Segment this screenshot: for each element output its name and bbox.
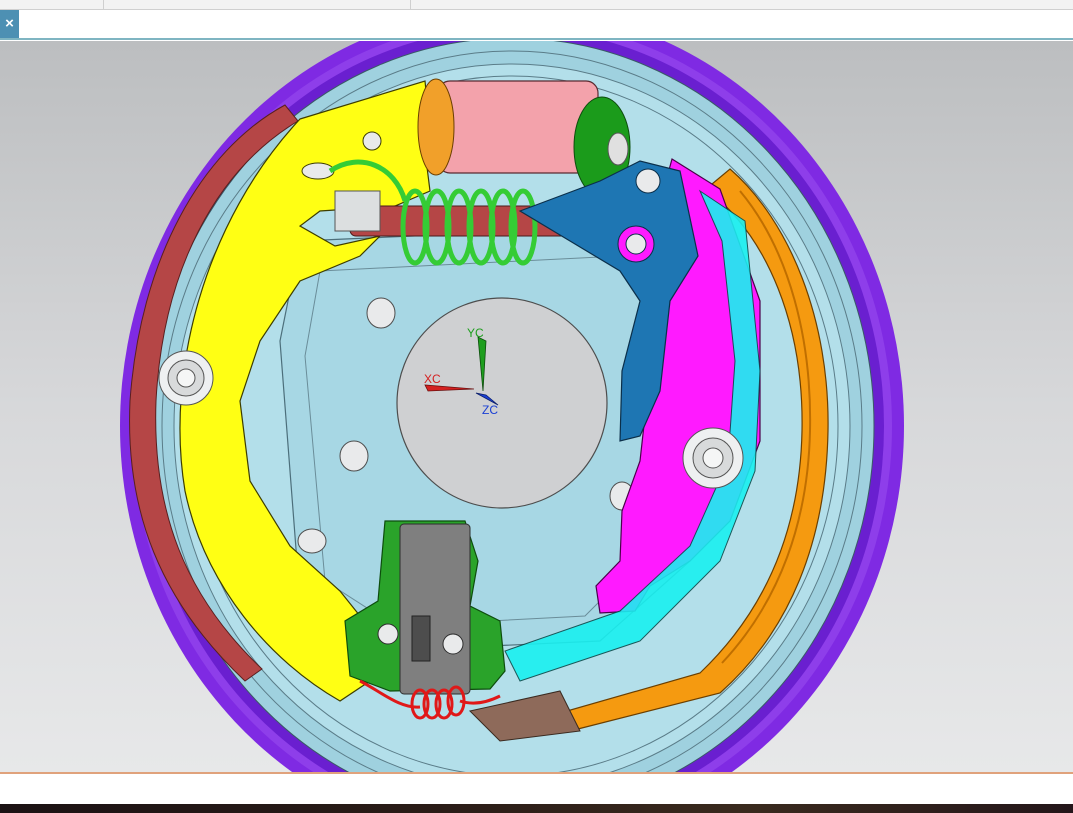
close-icon[interactable]: ×	[0, 10, 19, 38]
hub-center[interactable]	[396, 297, 608, 509]
panel-gap	[0, 774, 1073, 804]
bottom-panel	[0, 804, 1073, 813]
document-tab-2[interactable]	[104, 0, 411, 9]
z-axis-label: ZC	[482, 403, 498, 417]
command-bar: ×	[0, 10, 1073, 40]
y-axis-label: YC	[467, 326, 484, 340]
graphics-viewport[interactable]: YC XC ZC	[0, 41, 1073, 772]
wheel-cylinder[interactable]	[437, 80, 599, 174]
brake-assembly-model[interactable]: YC XC ZC	[0, 41, 1073, 772]
command-input[interactable]	[22, 13, 1066, 37]
x-axis-label: XC	[424, 372, 441, 386]
document-tab-1[interactable]	[0, 0, 104, 9]
document-tab-strip	[0, 0, 1073, 10]
